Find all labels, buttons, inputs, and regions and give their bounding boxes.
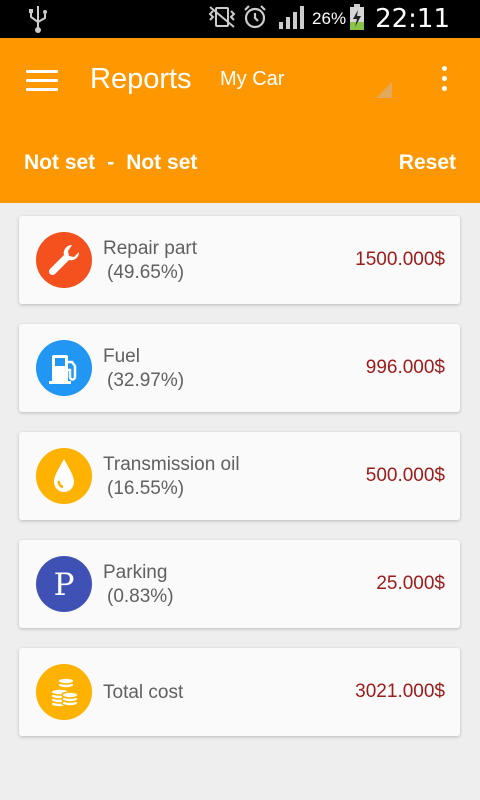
expense-card-fuel[interactable]: Fuel (32.97%) 996.000$ (19, 324, 460, 412)
expense-percent: (49.65%) (107, 262, 185, 283)
car-selector[interactable]: My Car (220, 68, 392, 102)
alarm-icon (242, 4, 268, 35)
expense-percent: (0.83%) (107, 586, 174, 607)
page-title: Reports (90, 63, 192, 95)
date-to[interactable]: Not set (126, 151, 197, 175)
expense-amount: 25.000$ (376, 573, 445, 594)
clock: 22:11 (375, 4, 450, 34)
battery-percent: 26% (312, 9, 347, 28)
expense-card-repair-part[interactable]: Repair part (49.65%) 1500.000$ (19, 216, 460, 304)
date-separator: - (107, 151, 115, 174)
total-label: Total cost (103, 682, 184, 703)
menu-icon[interactable] (26, 70, 58, 92)
wrench-icon (36, 232, 92, 288)
expense-percent: (32.97%) (107, 370, 185, 391)
expense-card-transmission-oil[interactable]: Transmission oil (16.55%) 500.000$ (19, 432, 460, 520)
date-range: Not set - Not set (24, 151, 197, 175)
fuel-pump-icon (36, 340, 92, 396)
expense-name: Parking (103, 562, 168, 583)
oil-drop-icon (36, 448, 92, 504)
usb-icon (26, 4, 50, 34)
status-bar: 26% 22:11 (0, 0, 480, 38)
expense-percent: (16.55%) (107, 478, 185, 499)
expense-amount: 500.000$ (365, 465, 445, 486)
expense-card-parking[interactable]: P Parking (0.83%) 25.000$ (19, 540, 460, 628)
svg-text:P: P (54, 567, 75, 603)
battery-charging-icon (349, 3, 365, 36)
parking-icon: P (36, 556, 92, 612)
total-cost-card: Total cost 3021.000$ (19, 648, 460, 736)
expense-amount: 996.000$ (365, 357, 445, 378)
dropdown-arrow-icon (376, 82, 392, 98)
expense-amount: 1500.000$ (355, 249, 445, 270)
vibrate-icon (206, 5, 238, 34)
app-bar: Reports My Car Not set - Not set Reset (0, 38, 480, 203)
coins-icon (36, 664, 92, 720)
car-selector-label: My Car (220, 68, 285, 90)
expense-name: Fuel (103, 346, 140, 367)
date-from[interactable]: Not set (24, 151, 95, 175)
total-amount: 3021.000$ (355, 681, 445, 702)
expense-name: Repair part (103, 238, 197, 259)
overflow-menu-icon[interactable] (438, 66, 450, 96)
reset-button[interactable]: Reset (399, 151, 456, 175)
signal-icon (278, 4, 308, 35)
expense-name: Transmission oil (103, 454, 240, 475)
